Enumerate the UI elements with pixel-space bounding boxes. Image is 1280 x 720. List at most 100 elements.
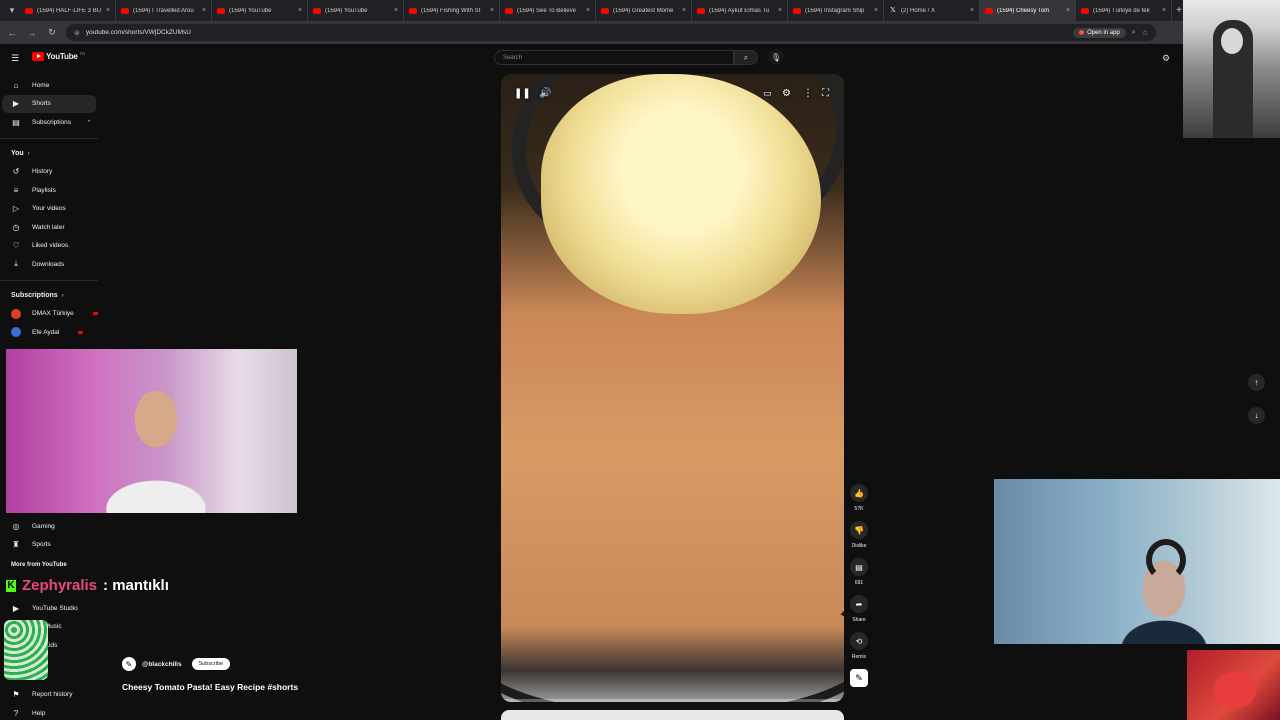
browser-toolbar: ← → ↻ ⊜ youtube.com/shorts/VWjDCkZUMsU O…: [0, 21, 1280, 44]
next-short-preview[interactable]: [501, 710, 844, 720]
close-icon[interactable]: ×: [970, 7, 974, 14]
open-in-app-button[interactable]: Open in app: [1073, 27, 1126, 38]
playlists-icon: ≡: [13, 185, 19, 195]
previous-short-button[interactable]: ↑: [1248, 374, 1265, 391]
short-title[interactable]: Cheesy Tomato Pasta! Easy Recipe #shorts: [122, 682, 298, 692]
site-info-icon[interactable]: ⊜: [74, 29, 80, 37]
settings-gear-icon[interactable]: ⚙: [1162, 53, 1170, 64]
action-label: Remix: [851, 654, 867, 660]
close-icon[interactable]: ×: [1066, 7, 1070, 14]
search-input[interactable]: Search: [494, 50, 734, 65]
browser-tab[interactable]: (1594) Cheesy Tom ×: [980, 0, 1076, 21]
chevron-right-icon: ›: [27, 150, 30, 157]
remix-button[interactable]: ⟲ Remix: [850, 632, 868, 660]
channel-avatar: [11, 308, 21, 319]
close-icon[interactable]: ×: [298, 7, 302, 14]
sidebar-item-subscriptions[interactable]: ▤ Subscriptions •: [0, 113, 100, 132]
like-button[interactable]: 👍 57K: [850, 484, 868, 512]
close-icon[interactable]: ×: [106, 7, 110, 14]
subscriptions-label: Subscriptions: [11, 292, 58, 299]
sidebar-item-watch-later[interactable]: ◷ Watch later: [0, 218, 100, 237]
video-progress-bar[interactable]: [501, 699, 844, 702]
dislike-button[interactable]: 👎 Dislike: [850, 521, 868, 549]
close-icon[interactable]: ×: [778, 7, 782, 14]
dot-indicator: •: [88, 119, 91, 126]
close-icon[interactable]: ×: [490, 7, 494, 14]
sidebar-item-liked-videos[interactable]: ♡ Liked videos: [0, 237, 100, 256]
browser-tab[interactable]: (1594) HALF-LIFE 3 BU ×: [20, 0, 116, 21]
fullscreen-icon[interactable]: ⛶: [822, 88, 829, 99]
sidebar-explore: ◎ Gaming ♜ Sports More from YouTube: [0, 517, 100, 572]
more-options-icon[interactable]: ⋮: [803, 88, 813, 99]
captions-icon[interactable]: ▭: [763, 88, 772, 99]
tab-title: (1594) Cheesy Tom: [997, 7, 1050, 14]
search-icon: ⌕: [743, 52, 749, 62]
youtube-icon: [793, 7, 801, 14]
open-in-app-label: Open in app: [1087, 29, 1120, 36]
close-icon[interactable]: ×: [202, 7, 206, 14]
browser-tab[interactable]: (1594) Aykut Elmas Tü ×: [692, 0, 788, 21]
tab-title: (1594) Aykut Elmas Tü: [709, 7, 770, 14]
browser-tab[interactable]: (1594) YouTube ×: [308, 0, 404, 21]
photo-face: [1221, 28, 1243, 54]
next-short-button[interactable]: ↓: [1248, 407, 1265, 424]
bookmark-star-icon[interactable]: ☆: [1142, 29, 1148, 37]
tab-search-icon[interactable]: ▾: [4, 3, 20, 19]
browser-tab[interactable]: (1594) Instagram Ship ×: [788, 0, 884, 21]
youtube-header: ☰ YouTube TR Search ⌕ 🎙 ⚙: [0, 44, 1280, 72]
settings-icon[interactable]: ⚙: [782, 88, 791, 99]
volume-icon[interactable]: 🔊: [539, 88, 551, 99]
channel-avatar[interactable]: ✎: [122, 657, 136, 671]
sidebar-item-playlists[interactable]: ≡ Playlists: [0, 181, 100, 200]
youtube-icon: [217, 7, 225, 14]
close-icon[interactable]: ×: [1162, 7, 1166, 14]
browser-tab[interactable]: (1594) Greatest Mome ×: [596, 0, 692, 21]
forward-icon[interactable]: →: [26, 28, 38, 38]
sidebar-item-your-videos[interactable]: ▷ Your videos: [0, 200, 100, 219]
share-button[interactable]: ➦ Share: [850, 595, 868, 623]
sidebar-item-sports[interactable]: ♜ Sports: [0, 536, 100, 555]
sidebar-item-label: Your videos: [32, 205, 66, 213]
close-icon[interactable]: ×: [586, 7, 590, 14]
menu-icon[interactable]: ☰: [11, 54, 21, 63]
sidebar-item-report-history[interactable]: ⚑ Report history: [0, 686, 100, 705]
zoom-search-icon[interactable]: ⌕: [1132, 29, 1136, 37]
tab-title: (1594) YouTube: [229, 7, 272, 14]
back-icon[interactable]: ←: [6, 28, 18, 38]
sidebar-item-gaming[interactable]: ◎ Gaming: [0, 517, 100, 536]
browser-tab[interactable]: (1594) YouTube ×: [212, 0, 308, 21]
pause-icon[interactable]: ❚❚: [514, 88, 531, 99]
sidebar-item-shorts[interactable]: ▶ Shorts: [2, 94, 96, 113]
remix-sound-thumbnail[interactable]: ✎: [850, 669, 868, 687]
subscription-item-efe-aydal[interactable]: Efe Aydal: [0, 323, 100, 342]
subscribe-button[interactable]: Subscribe: [191, 658, 231, 670]
sidebar-item-help[interactable]: ? Help: [0, 704, 100, 720]
close-icon[interactable]: ×: [874, 7, 878, 14]
shorts-video-player[interactable]: ❚❚ 🔊 ▭ ⚙ ⋮ ⛶: [501, 74, 844, 702]
browser-tab[interactable]: (1594) Fishing With St ×: [404, 0, 500, 21]
sidebar-item-youtube-studio[interactable]: ▶ YouTube Studio: [0, 599, 100, 618]
close-icon[interactable]: ×: [394, 7, 398, 14]
search-button[interactable]: ⌕: [734, 50, 758, 65]
sidebar-subscriptions-header[interactable]: Subscriptions ›: [0, 287, 100, 305]
address-bar[interactable]: ⊜ youtube.com/shorts/VWjDCkZUMsU Open in…: [66, 24, 1156, 41]
youtube-logo[interactable]: YouTube TR: [32, 51, 85, 61]
reload-icon[interactable]: ↻: [46, 27, 58, 38]
cup-overlay-image: [4, 620, 48, 680]
browser-tab[interactable]: (1594) Türkiye de tek ×: [1076, 0, 1172, 21]
sidebar-you-header[interactable]: You ›: [0, 145, 100, 163]
browser-tab[interactable]: (1594) See To Believe ×: [500, 0, 596, 21]
youtube-icon: [313, 7, 321, 14]
browser-tab[interactable]: 𝕏 (2) Home / X ×: [884, 0, 980, 21]
subscription-item-dmax-t-rkiye[interactable]: DMAX Türkiye: [0, 305, 100, 324]
sidebar-item-history[interactable]: ↺ History: [0, 163, 100, 182]
close-icon[interactable]: ×: [682, 7, 686, 14]
sidebar-item-downloads[interactable]: ⤓ Downloads: [0, 255, 100, 274]
short-channel-row: ✎ @blackchilis Subscribe: [122, 657, 231, 671]
comment-button[interactable]: ▤ 691: [850, 558, 868, 586]
sidebar-item-home[interactable]: ⌂ Home: [0, 76, 100, 95]
voice-search-button[interactable]: 🎙: [768, 49, 784, 65]
channel-handle[interactable]: @blackchilis: [142, 661, 182, 668]
browser-tab[interactable]: (1594) I Travelled Arou ×: [116, 0, 212, 21]
url-text[interactable]: youtube.com/shorts/VWjDCkZUMsU: [86, 29, 1067, 36]
